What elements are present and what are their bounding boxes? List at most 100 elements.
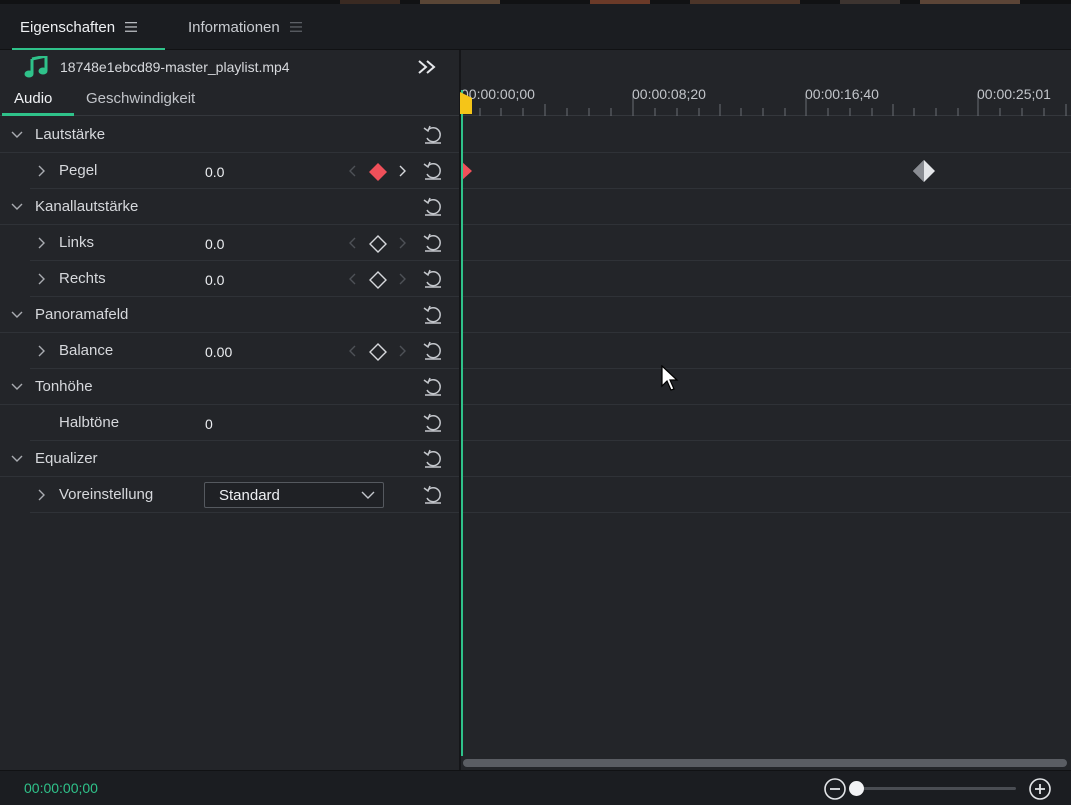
previous-keyframe-icon[interactable] [347,272,357,286]
timeline-row-lautstaerke [461,117,1071,153]
zoom-slider-track[interactable] [852,787,1016,790]
reset-icon[interactable] [422,377,444,397]
playhead-handle-icon[interactable] [460,92,472,114]
ruler-label: 00:00:25;01 [977,86,1051,102]
section-tonhoehe[interactable]: Tonhöhe [0,369,459,405]
reset-icon[interactable] [422,449,444,469]
timeline-row-kanallautstaerke [461,189,1071,225]
zoom-out-icon[interactable] [823,777,847,801]
timeline-row-balance [461,333,1071,369]
chevron-down-icon [361,491,375,499]
tab-label: Eigenschaften [20,18,116,36]
section-label: Tonhöhe [35,378,93,395]
timeline-row-rechts [461,261,1071,297]
reset-icon[interactable] [422,161,444,181]
property-label: Balance [59,342,114,359]
previous-keyframe-icon[interactable] [347,236,357,250]
keyframe-diamond-icon[interactable] [368,234,388,254]
hamburger-menu-icon[interactable] [289,22,302,32]
chevron-right-icon[interactable] [34,344,48,358]
property-links: Links 0.0 [0,225,459,261]
subtab-geschwindigkeit[interactable]: Geschwindigkeit [86,90,195,107]
property-pegel: Pegel 0.0 [0,153,459,189]
property-label: Pegel [59,162,98,179]
halbtoene-value[interactable]: 0 [205,416,213,432]
tab-label: Informationen [188,18,280,36]
reset-icon[interactable] [422,485,444,505]
property-voreinstellung: Voreinstellung Standard [0,477,459,513]
active-subtab-indicator [2,113,74,116]
mouse-cursor-icon [661,365,679,391]
property-label: Halbtöne [59,414,120,431]
music-note-icon [24,56,48,78]
properties-panel: 18748e1ebcd89-master_playlist.mp4 Audio … [0,50,459,770]
double-chevron-right-icon[interactable] [416,58,438,76]
chevron-right-icon[interactable] [34,164,48,178]
current-timecode: 00:00:00;00 [24,780,98,796]
time-ruler[interactable]: 00:00:00;00 00:00:08;20 00:00:16;40 00:0… [461,78,1071,116]
next-keyframe-icon[interactable] [398,236,408,250]
reset-icon[interactable] [422,305,444,325]
section-label: Equalizer [35,450,98,467]
keyframe-diamond-icon[interactable] [368,162,388,182]
keyframe-timeline[interactable]: 00:00:00;00 00:00:08;20 00:00:16;40 00:0… [460,50,1071,770]
next-keyframe-icon[interactable] [398,344,408,358]
pegel-value[interactable]: 0.0 [205,164,224,180]
chevron-right-icon[interactable] [34,488,48,502]
timeline-row-panoramafeld [461,297,1071,333]
ruler-label: 00:00:16;40 [805,86,879,102]
property-label: Links [59,234,95,251]
section-lautstaerke[interactable]: Lautstärke [0,117,459,153]
dropdown-selected-value: Standard [219,487,280,504]
reset-icon[interactable] [422,413,444,433]
equalizer-preset-dropdown[interactable]: Standard [204,482,384,508]
status-bar: 00:00:00;00 [0,770,1071,805]
chevron-right-icon[interactable] [34,272,48,286]
hamburger-menu-icon[interactable] [125,22,138,32]
previous-keyframe-icon[interactable] [347,164,357,178]
chevron-down-icon[interactable] [10,380,24,394]
chevron-down-icon[interactable] [10,128,24,142]
section-label: Panoramafeld [35,306,129,323]
section-label: Lautstärke [35,126,106,143]
keyframe-diamond-icon[interactable] [368,342,388,362]
property-subtabs: Audio Geschwindigkeit [0,84,459,116]
subtab-audio[interactable]: Audio [14,90,52,107]
balance-value[interactable]: 0.00 [205,344,232,360]
zoom-in-icon[interactable] [1028,777,1052,801]
chevron-down-icon[interactable] [10,200,24,214]
timeline-row-voreinstellung [461,477,1071,513]
reset-icon[interactable] [422,233,444,253]
reset-icon[interactable] [422,197,444,217]
property-label: Voreinstellung [59,486,154,503]
reset-icon[interactable] [422,125,444,145]
links-value[interactable]: 0.0 [205,236,224,252]
next-keyframe-icon[interactable] [398,272,408,286]
timeline-row-tonhoehe [461,369,1071,405]
section-kanallautstaerke[interactable]: Kanallautstärke [0,189,459,225]
ruler-label: 00:00:08;20 [632,86,706,102]
tab-informationen[interactable]: Informationen [188,4,302,50]
rechts-value[interactable]: 0.0 [205,272,224,288]
keyframe-diamond-icon[interactable] [368,270,388,290]
reset-icon[interactable] [422,269,444,289]
tab-eigenschaften[interactable]: Eigenschaften [20,4,138,50]
previous-keyframe-icon[interactable] [347,344,357,358]
playhead-line[interactable] [461,90,463,756]
section-equalizer[interactable]: Equalizer [0,441,459,477]
file-name: 18748e1ebcd89-master_playlist.mp4 [60,59,290,75]
section-panoramafeld[interactable]: Panoramafeld [0,297,459,333]
keyframe-marker-icon[interactable] [911,159,937,183]
horizontal-scrollbar[interactable] [463,759,1067,767]
zoom-slider-thumb[interactable] [849,781,864,796]
timeline-row-halbtoene [461,405,1071,441]
property-rechts: Rechts 0.0 [0,261,459,297]
timeline-row-pegel [461,153,1071,189]
timeline-row-links [461,225,1071,261]
chevron-down-icon[interactable] [10,452,24,466]
chevron-down-icon[interactable] [10,308,24,322]
reset-icon[interactable] [422,341,444,361]
next-keyframe-icon[interactable] [398,164,408,178]
chevron-right-icon[interactable] [34,236,48,250]
ruler-label: 00:00:00;00 [461,86,535,102]
